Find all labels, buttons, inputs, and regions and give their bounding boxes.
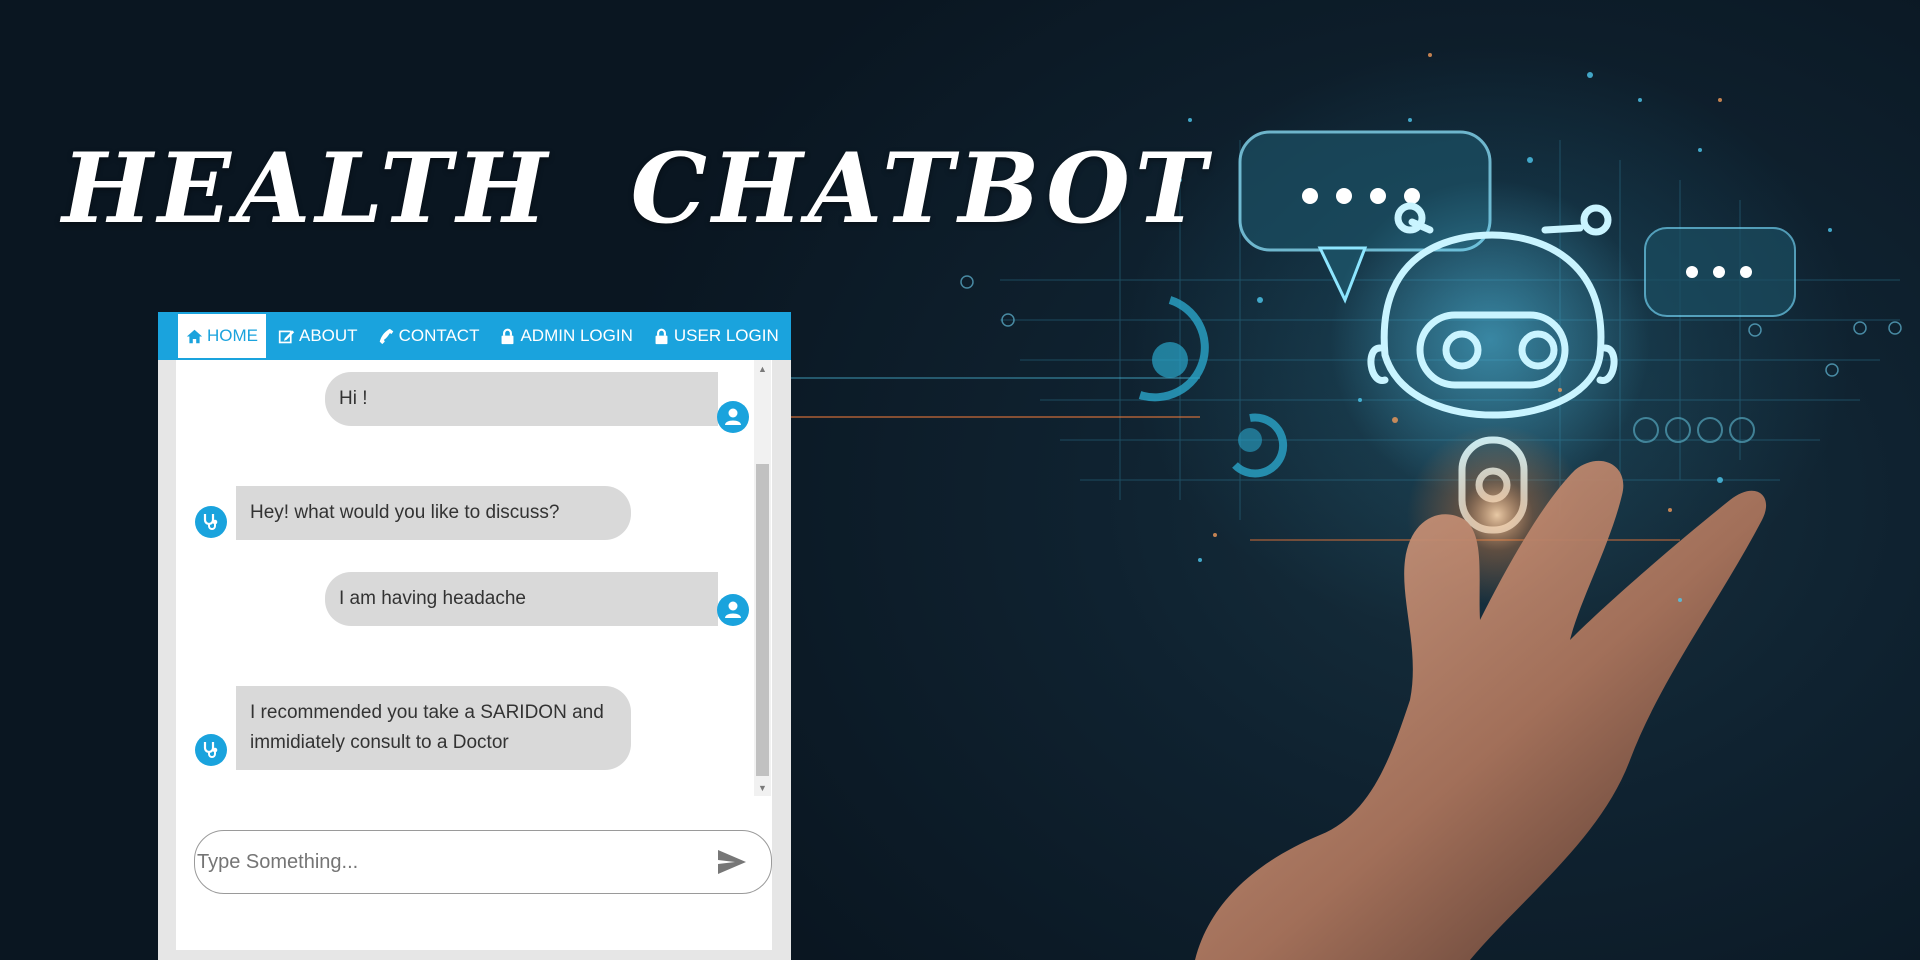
nav-home-label: HOME [207, 326, 258, 345]
bot-avatar [195, 734, 227, 766]
chat-card: Hi ! Hey! what would you like to discuss… [176, 360, 772, 950]
user-avatar [717, 594, 749, 626]
nav-home[interactable]: HOME [178, 314, 266, 358]
nav-user-login-label: USER LOGIN [673, 326, 779, 345]
message-input-box [194, 830, 772, 894]
message-text: Hey! what would you like to discuss? [250, 502, 560, 523]
phone-icon [379, 328, 393, 344]
stethoscope-icon [203, 742, 218, 758]
edit-icon [278, 330, 295, 343]
top-navbar: HOME ABOUT CONTACT ADMIN LOGIN USER LOGI… [158, 312, 791, 360]
page-background: HEALTH CHATBOT HOME ABOUT CONTACT ADMIN … [0, 0, 1920, 960]
scroll-down-arrow-icon[interactable]: ▼ [754, 779, 771, 796]
nav-admin-login-label: ADMIN LOGIN [520, 326, 633, 345]
nav-about[interactable]: ABOUT [270, 314, 366, 358]
lock-icon [502, 328, 514, 344]
send-icon [718, 850, 746, 874]
message-list[interactable]: Hi ! Hey! what would you like to discuss… [176, 360, 754, 796]
nav-contact-label: CONTACT [398, 326, 480, 345]
message-text: Hi ! [339, 388, 368, 409]
user-message: I am having headache [325, 572, 718, 626]
chat-panel: HOME ABOUT CONTACT ADMIN LOGIN USER LOGI… [158, 312, 791, 960]
nav-admin-login[interactable]: ADMIN LOGIN [491, 314, 640, 358]
user-message: Hi ! [325, 372, 718, 426]
bot-avatar [195, 506, 227, 538]
nav-user-login[interactable]: USER LOGIN [645, 314, 787, 358]
nav-about-label: ABOUT [299, 326, 358, 345]
message-text-line-1: I recommended you take a SARIDON and [250, 702, 604, 723]
home-icon [186, 329, 203, 343]
user-icon [725, 601, 741, 618]
message-text: I am having headache [339, 588, 526, 609]
bot-message: Hey! what would you like to discuss? [236, 486, 631, 540]
bot-message: I recommended you take a SARIDON and imm… [236, 686, 631, 770]
nav-contact[interactable]: CONTACT [370, 314, 488, 358]
user-avatar [717, 401, 749, 433]
stethoscope-icon [203, 514, 218, 530]
scroll-up-arrow-icon[interactable]: ▲ [754, 360, 771, 377]
lock-icon [655, 328, 668, 344]
send-button[interactable] [715, 845, 749, 879]
message-scrollbar[interactable]: ▲ ▼ [754, 360, 771, 796]
user-icon [725, 408, 741, 425]
banner-title: HEALTH CHATBOT [62, 132, 1212, 245]
message-text-line-2: immidiately consult to a Doctor [250, 732, 509, 753]
message-input[interactable] [197, 839, 697, 885]
scroll-thumb[interactable] [756, 464, 769, 776]
